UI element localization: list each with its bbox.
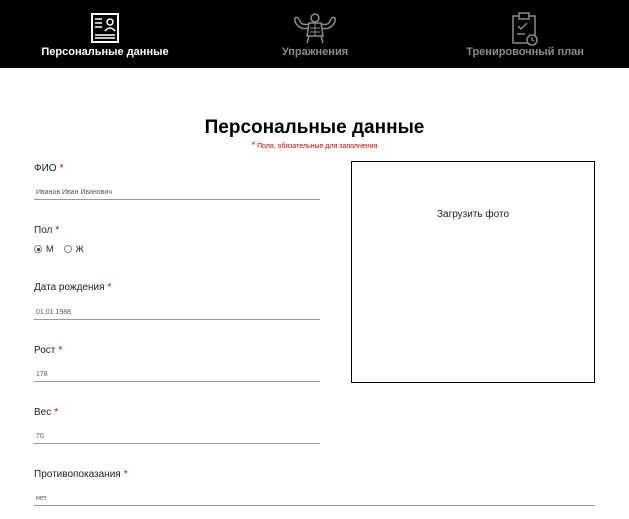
fio-label: ФИО * [34,163,64,174]
tab-personal-data[interactable]: Персональные данные [30,0,180,68]
height-label: Рост * [34,345,63,356]
birthdate-field: Дата рождения * [34,282,320,320]
required-mark: * [59,163,64,174]
top-navigation: Персональные данные Упражнения Тренирово… [0,0,629,68]
birthdate-label: Дата рождения * [34,282,112,293]
photo-upload-area[interactable]: Загрузить фото [351,161,595,383]
muscle-man-icon [294,13,336,44]
height-field: Рост * [34,345,320,382]
tab-label: Тренировочный план [466,46,584,58]
tab-label: Персональные данные [41,46,169,58]
gender-option-female[interactable]: Ж [63,244,84,254]
height-input[interactable] [34,368,320,382]
clipboard-check-icon [512,12,538,46]
tab-label: Упражнения [281,46,349,58]
required-mark: * [123,469,128,480]
contraindications-field: Противопоказания * [34,469,595,506]
tab-exercises[interactable]: Упражнения [240,0,390,68]
tab-training-plan[interactable]: Тренировочный план [450,0,600,68]
required-fields-note: * Поля, обязательные для заполнения [0,140,629,150]
weight-input[interactable] [34,430,320,444]
gender-option-male[interactable]: М [34,244,54,254]
required-mark: * [107,282,112,293]
radio-button-checked[interactable] [34,245,42,253]
page-title: Персональные данные [204,117,425,138]
birthdate-input[interactable] [34,306,320,320]
radio-button[interactable] [63,245,72,253]
gender-radio-group: М Ж [34,244,94,254]
gender-field: Пол * М Ж [34,225,320,254]
required-mark: * [58,345,63,356]
contraindications-input[interactable] [34,492,595,506]
required-mark: * [55,225,60,236]
fio-field: ФИО * [34,163,320,200]
contraindications-label: Противопоказания * [34,469,128,480]
profile-card-icon [91,13,119,43]
weight-field: Вес * [34,407,320,444]
required-note-text: Поля, обязательные для заполнения [257,143,378,150]
required-mark: * [54,407,59,418]
fio-input[interactable] [34,186,320,200]
photo-upload-label: Загрузить фото [436,209,510,220]
gender-label: Пол * [34,225,60,236]
required-star: * [251,140,256,150]
weight-label: Вес * [34,407,59,418]
